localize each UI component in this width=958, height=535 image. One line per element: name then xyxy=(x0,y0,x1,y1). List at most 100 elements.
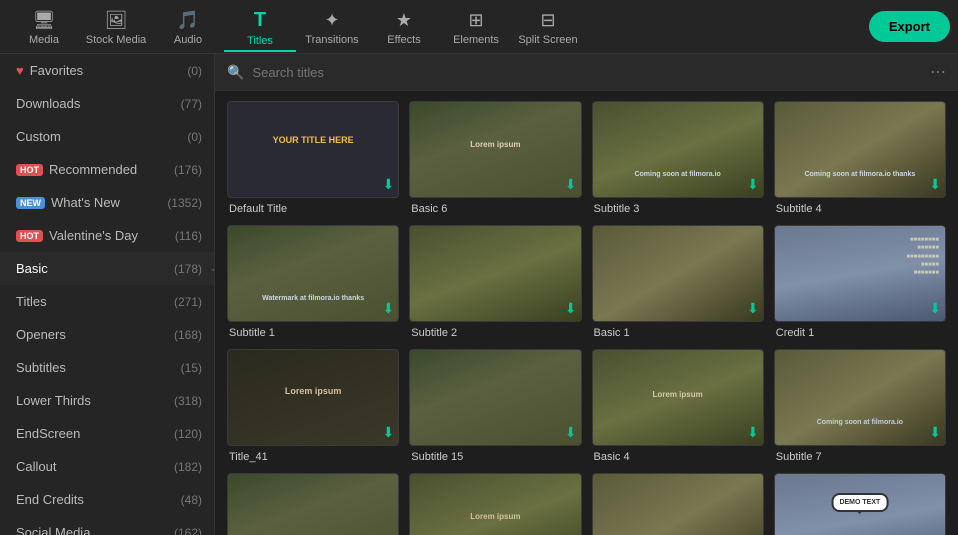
toolbar-media-label: Media xyxy=(29,34,59,46)
search-input[interactable] xyxy=(252,65,922,80)
toolbar-split-screen[interactable]: ⊟ Split Screen xyxy=(512,2,584,52)
sidebar-item-lower-thirds-label: Lower Thirds xyxy=(16,393,170,408)
sidebar-item-whats-new[interactable]: NEW What's New (1352) xyxy=(0,186,214,219)
toolbar-effects-label: Effects xyxy=(387,34,420,46)
sidebar-item-downloads-count: (77) xyxy=(181,97,202,111)
toolbar-stock-label: Stock Media xyxy=(86,34,147,46)
grid-item-thought-bubble[interactable]: DEMO TEXT ⬇ Thought Bubble xyxy=(774,473,946,535)
thumb-credit-2: Ant Jus ⬇ xyxy=(592,473,764,535)
subtitle-7-text: Coming soon at filmora.io xyxy=(775,419,945,426)
sidebar-item-basic[interactable]: Basic (178) ◀ xyxy=(0,252,214,285)
sidebar-item-favorites[interactable]: ♥ Favorites (0) xyxy=(0,54,214,87)
new-badge: NEW xyxy=(16,197,45,209)
grid-item-subtitle-1[interactable]: Watermark at filmora.io thanks ⬇ Subtitl… xyxy=(227,225,399,339)
toolbar: 🖥 Media 🖼 Stock Media 🎵 Audio T Titles ✦… xyxy=(0,0,958,54)
split-screen-icon: ⊟ xyxy=(540,10,555,31)
download-icon-11: ⬇ xyxy=(747,424,759,441)
download-icon-7: ⬇ xyxy=(747,300,759,317)
title-41-label: Title_41 xyxy=(227,451,399,463)
sidebar-item-social-media-label: Social Media xyxy=(16,525,170,535)
sidebar-item-lower-thirds[interactable]: Lower Thirds (318) xyxy=(0,384,214,417)
toolbar-split-label: Split Screen xyxy=(518,34,577,46)
toolbar-effects[interactable]: ★ Effects xyxy=(368,2,440,52)
titles-grid: YOUR TITLE HERE ⬇ Default Title Lorem ip… xyxy=(227,101,946,535)
grid-item-default-title[interactable]: YOUR TITLE HERE ⬇ Default Title xyxy=(227,101,399,215)
sidebar-item-favorites-label: Favorites xyxy=(30,63,184,78)
sidebar-item-custom[interactable]: Custom (0) xyxy=(0,120,214,153)
sidebar-item-subtitles-count: (15) xyxy=(181,361,202,375)
sidebar-item-titles-count: (271) xyxy=(174,295,202,309)
sidebar-item-valentines-label: Valentine's Day xyxy=(49,228,171,243)
sidebar-item-endscreen-count: (120) xyxy=(174,427,202,441)
sidebar-item-favorites-count: (0) xyxy=(187,64,202,78)
grid-item-basic-1[interactable]: ⬇ Basic 1 xyxy=(592,225,764,339)
sidebar-item-endscreen[interactable]: EndScreen (120) xyxy=(0,417,214,450)
sidebar-item-downloads[interactable]: Downloads (77) xyxy=(0,87,214,120)
titles-icon: T xyxy=(254,9,266,32)
grid-item-subtitle-15[interactable]: ⬇ Subtitle 15 xyxy=(409,349,581,463)
sidebar-item-basic-count: (178) xyxy=(174,262,202,276)
toolbar-stock-media[interactable]: 🖼 Stock Media xyxy=(80,2,152,52)
thumb-subtitle-7: Coming soon at filmora.io ⬇ xyxy=(774,349,946,446)
download-icon-9: ⬇ xyxy=(383,424,395,441)
heart-icon: ♥ xyxy=(16,63,24,78)
title-29-text: Lorem ipsum xyxy=(410,512,580,521)
grid-item-basic-6[interactable]: Lorem ipsum ⬇ Basic 6 xyxy=(409,101,581,215)
thumb-thought-bubble: DEMO TEXT ⬇ xyxy=(774,473,946,535)
basic-6-text: Lorem ipsum xyxy=(410,140,580,149)
grid-item-credit-2[interactable]: Ant Jus ⬇ Credit 2 xyxy=(592,473,764,535)
grid-item-subtitle-7[interactable]: Coming soon at filmora.io ⬇ Subtitle 7 xyxy=(774,349,946,463)
grid-item-subtitle-3[interactable]: Coming soon at filmora.io ⬇ Subtitle 3 xyxy=(592,101,764,215)
subtitle-3-label: Subtitle 3 xyxy=(592,203,764,215)
grid-item-title-41[interactable]: Lorem ipsum ⬇ Title_41 xyxy=(227,349,399,463)
hot-badge-2: HOT xyxy=(16,230,43,242)
toolbar-titles[interactable]: T Titles xyxy=(224,2,296,52)
grid-area: YOUR TITLE HERE ⬇ Default Title Lorem ip… xyxy=(215,91,958,535)
basic-1-label: Basic 1 xyxy=(592,327,764,339)
grid-item-subtitle-2[interactable]: ⬇ Subtitle 2 xyxy=(409,225,581,339)
grid-item-credit-3[interactable]: Joe Bloggs ⬇ Credit 3 xyxy=(227,473,399,535)
subtitle-7-label: Subtitle 7 xyxy=(774,451,946,463)
toolbar-elements[interactable]: ⊞ Elements xyxy=(440,2,512,52)
sidebar-item-social-media[interactable]: Social Media (162) xyxy=(0,516,214,535)
sidebar-item-social-media-count: (162) xyxy=(174,526,202,535)
sidebar-item-valentines[interactable]: HOT Valentine's Day (116) xyxy=(0,219,214,252)
grid-item-subtitle-4[interactable]: Coming soon at filmora.io thanks ⬇ Subti… xyxy=(774,101,946,215)
grid-item-basic-4[interactable]: Lorem ipsum ⬇ Basic 4 xyxy=(592,349,764,463)
sidebar-item-lower-thirds-count: (318) xyxy=(174,394,202,408)
thumb-credit-1: ■■■■■■■■■■■■■■■■■■■■■■■■■■■■■■■■■■■ ⬇ xyxy=(774,225,946,322)
subtitle-4-label: Subtitle 4 xyxy=(774,203,946,215)
sidebar-item-titles[interactable]: Titles (271) xyxy=(0,285,214,318)
sidebar-item-openers[interactable]: Openers (168) xyxy=(0,318,214,351)
sidebar-item-endscreen-label: EndScreen xyxy=(16,426,170,441)
subtitle-4-text: Coming soon at filmora.io thanks xyxy=(775,171,945,178)
sidebar-item-end-credits[interactable]: End Credits (48) xyxy=(0,483,214,516)
toolbar-media[interactable]: 🖥 Media xyxy=(8,2,80,52)
grid-item-credit-1[interactable]: ■■■■■■■■■■■■■■■■■■■■■■■■■■■■■■■■■■■ ⬇ Cr… xyxy=(774,225,946,339)
download-icon-8: ⬇ xyxy=(929,300,941,317)
download-icon: ⬇ xyxy=(383,176,395,193)
thumb-subtitle-1: Watermark at filmora.io thanks ⬇ xyxy=(227,225,399,322)
sidebar-item-subtitles[interactable]: Subtitles (15) xyxy=(0,351,214,384)
search-icon: 🔍 xyxy=(227,64,244,81)
thumb-title-29: Lorem ipsum ⬇ xyxy=(409,473,581,535)
sidebar-item-recommended[interactable]: HOT Recommended (176) xyxy=(0,153,214,186)
export-button[interactable]: Export xyxy=(869,11,950,42)
default-title-label: Default Title xyxy=(227,203,399,215)
elements-icon: ⊞ xyxy=(468,10,483,31)
toolbar-audio[interactable]: 🎵 Audio xyxy=(152,2,224,52)
thumb-subtitle-2: ⬇ xyxy=(409,225,581,322)
sidebar-item-valentines-count: (116) xyxy=(175,229,202,243)
default-title-text: YOUR TITLE HERE xyxy=(228,135,398,145)
sidebar-item-whats-new-label: What's New xyxy=(51,195,163,210)
sidebar-item-downloads-label: Downloads xyxy=(16,96,177,111)
thumb-default-title: YOUR TITLE HERE ⬇ xyxy=(227,101,399,198)
search-bar: 🔍 ⋯ xyxy=(215,54,958,91)
subtitle-1-label: Subtitle 1 xyxy=(227,327,399,339)
sidebar-item-callout[interactable]: Callout (182) xyxy=(0,450,214,483)
grid-options-icon[interactable]: ⋯ xyxy=(930,62,946,82)
grid-item-title-29[interactable]: Lorem ipsum ⬇ Title 29 xyxy=(409,473,581,535)
toolbar-transitions[interactable]: ✦ Transitions xyxy=(296,2,368,52)
download-icon-6: ⬇ xyxy=(565,300,577,317)
sidebar-item-end-credits-count: (48) xyxy=(181,493,202,507)
